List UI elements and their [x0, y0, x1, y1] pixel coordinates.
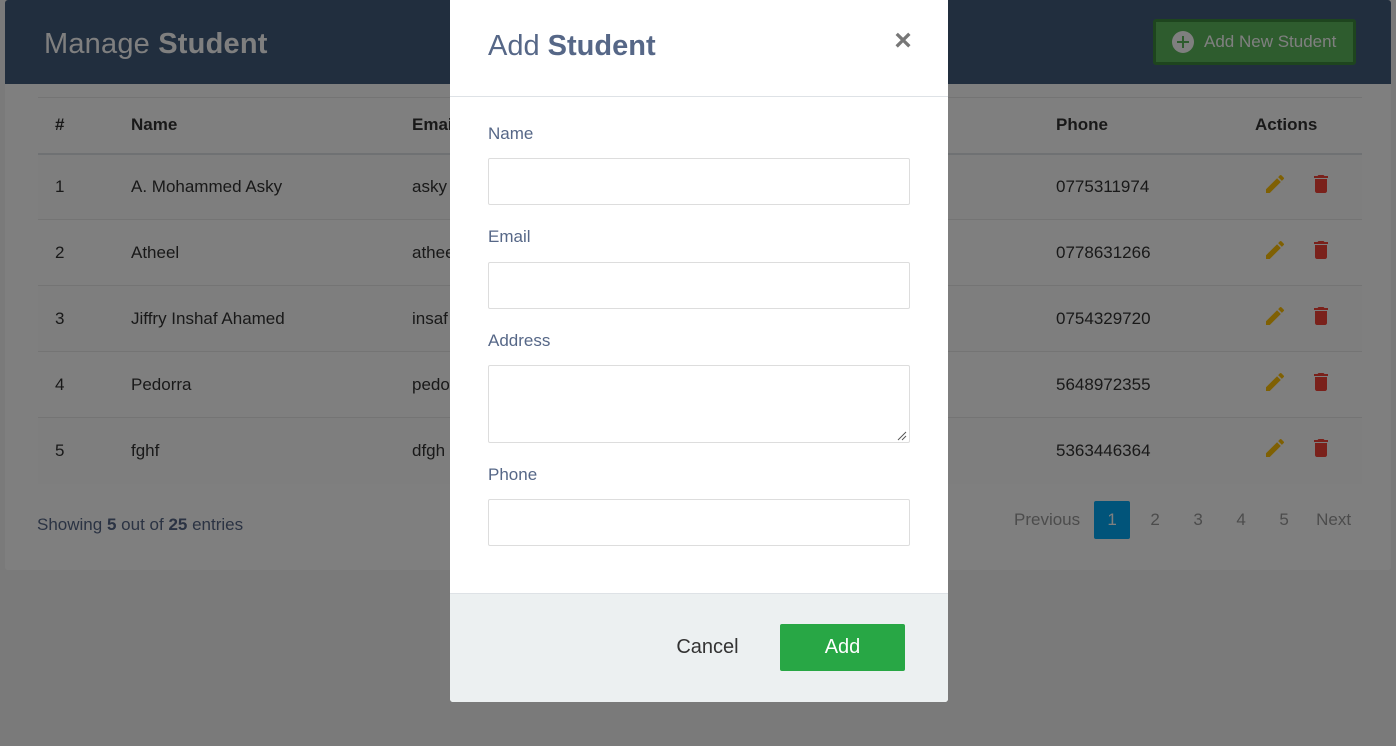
address-textarea[interactable] [488, 365, 910, 443]
address-field-wrap [450, 365, 948, 443]
close-icon[interactable]: × [890, 26, 916, 56]
name-label: Name [488, 124, 534, 143]
cancel-button[interactable]: Cancel [660, 624, 755, 671]
resize-handle-icon[interactable] [897, 431, 907, 441]
phone-label: Phone [488, 465, 538, 484]
modal-title-bold: Student [547, 30, 656, 62]
address-label: Address [488, 331, 551, 350]
email-label: Email [488, 227, 531, 246]
modal-title: Add Student [488, 30, 656, 63]
page: Manage Student Add New Student # Name Em… [0, 0, 1396, 746]
modal-footer: Cancel Add [450, 593, 948, 702]
modal-title-prefix: Add [488, 30, 540, 62]
name-input[interactable] [488, 158, 910, 205]
phone-input[interactable] [488, 499, 910, 546]
modal-header: Add Student × [450, 0, 948, 97]
add-student-modal: Add Student × Name Email Address Phone C… [450, 0, 948, 702]
add-submit-button[interactable]: Add [780, 624, 905, 671]
email-input[interactable] [488, 262, 910, 309]
